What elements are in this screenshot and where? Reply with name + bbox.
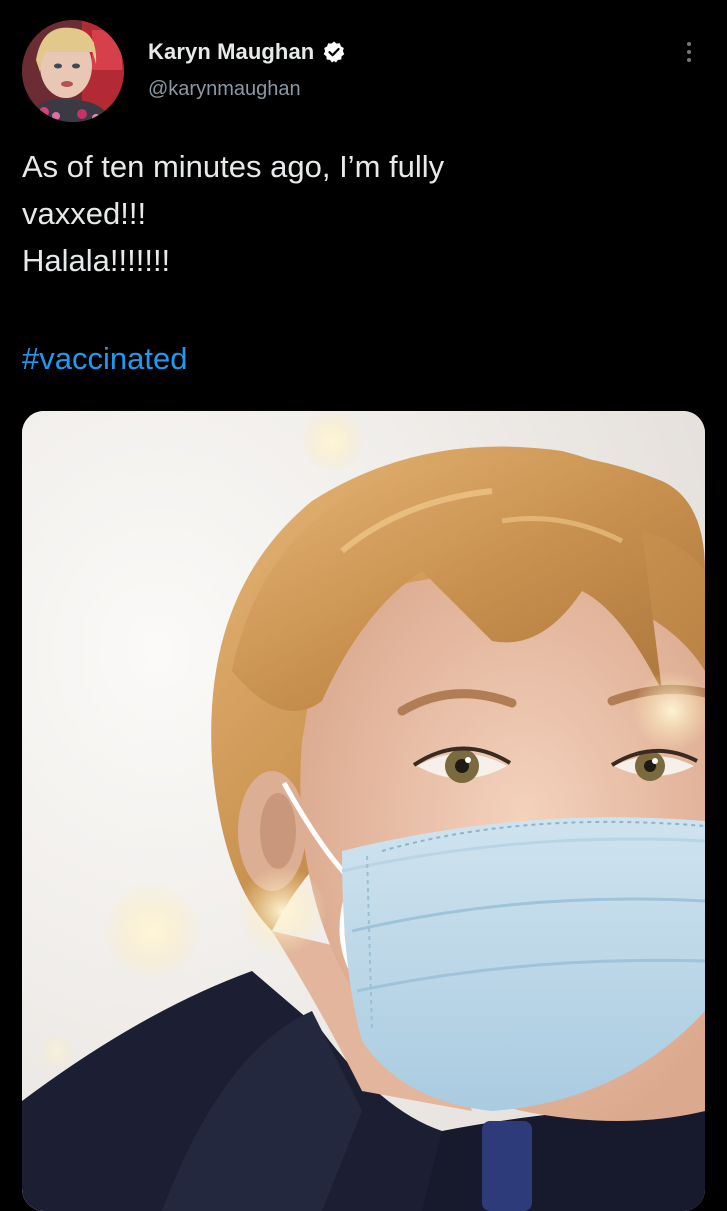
more-dot xyxy=(687,58,691,62)
tweet-text-line: vaxxed!!! xyxy=(22,196,147,231)
display-name[interactable]: Karyn Maughan xyxy=(148,39,314,65)
name-row: Karyn Maughan xyxy=(148,36,346,68)
tweet-header: Karyn Maughan @karynmaughan xyxy=(22,20,705,124)
user-info: Karyn Maughan @karynmaughan xyxy=(148,36,346,101)
more-dot xyxy=(687,42,691,46)
avatar[interactable] xyxy=(22,20,124,122)
tweet-text-line: Halala!!!!!!! xyxy=(22,243,171,278)
tweet-text-line: As of ten minutes ago, I’m fully xyxy=(22,149,445,184)
selfie-photo-illustration xyxy=(22,411,705,1211)
more-options-icon[interactable] xyxy=(677,36,701,68)
hashtag-link[interactable]: #vaccinated xyxy=(22,335,187,382)
tweet-text: As of ten minutes ago, I’m fully vaxxed!… xyxy=(22,143,702,284)
user-handle[interactable]: @karynmaughan xyxy=(148,78,346,101)
tweet-photo[interactable] xyxy=(22,411,705,1211)
tweet: Karyn Maughan @karynmaughan As of ten mi… xyxy=(0,0,727,1211)
verified-badge-icon xyxy=(322,40,346,64)
more-dot xyxy=(687,50,691,54)
